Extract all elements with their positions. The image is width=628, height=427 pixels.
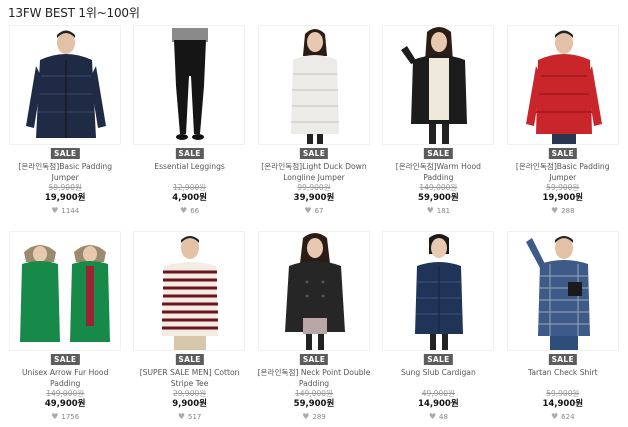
product-name-link[interactable]: [온라인독점]Basic Padding Jumper [7,161,123,183]
product-card[interactable]: SALE Unisex Arrow Fur Hood Padding 149,0… [3,231,127,427]
product-card[interactable]: SALE [온라인독점]Light Duck Down Longline Jum… [252,25,376,231]
product-card[interactable]: SALE [온라인독점]Basic Padding Jumper 59,900원… [501,25,625,231]
like-count: 1144 [61,207,80,215]
product-card[interactable]: SALE Essential Leggings 12,900원 4,900원 ♥… [127,25,251,231]
heart-icon[interactable]: ♥ [178,412,185,421]
product-name-link[interactable]: Sung Slub Cardigan [380,367,496,378]
sale-price: 14,900원 [418,399,459,409]
like-count: 1756 [61,413,80,421]
original-price: 99,900원 [297,183,331,192]
product-card[interactable]: SALE [온라인독점]Warm Hood Padding 149,000원 5… [376,25,500,231]
sale-badge: SALE [548,148,577,159]
heart-icon[interactable]: ♥ [51,412,58,421]
product-card[interactable]: SALE Tartan Check Shirt 59,900원 14,900원 … [501,231,625,427]
likes[interactable]: ♥ 181 [376,206,500,216]
likes[interactable]: ♥ 67 [252,206,376,216]
product-name-link[interactable]: [온라인독점] Neck Point Double Padding [256,367,372,389]
product-image[interactable] [257,231,370,351]
like-count: 48 [438,413,448,421]
heart-icon[interactable]: ♥ [551,206,558,215]
heart-icon[interactable]: ♥ [429,412,436,421]
original-price: 149,000원 [46,389,85,398]
sale-price: 14,900원 [542,399,584,409]
product-name-link[interactable]: Unisex Arrow Fur Hood Padding [7,367,123,389]
product-card[interactable]: SALE [SUPER SALE MEN] Cotton Stripe Tee … [127,231,251,427]
like-count: 289 [312,413,326,421]
product-image[interactable] [506,25,619,145]
sale-badge: SALE [299,148,329,159]
heart-icon[interactable]: ♥ [302,412,309,421]
like-count: 66 [190,207,200,215]
product-name-link[interactable]: Essential Leggings [131,161,247,172]
product-name-link[interactable]: [SUPER SALE MEN] Cotton Stripe Tee [131,367,247,389]
likes[interactable]: ♥ 48 [376,412,500,422]
sale-price: 19,900원 [542,193,584,203]
heart-icon[interactable]: ♥ [304,206,311,215]
like-count: 67 [314,207,324,215]
likes[interactable]: ♥ 288 [501,206,625,216]
product-image[interactable] [133,231,246,351]
original-price: 59,900원 [546,389,580,398]
product-grid: SALE [온라인독점]Basic Padding Jumper 59,900원… [3,25,625,427]
original-price: 29,900원 [173,389,207,398]
likes[interactable]: ♥ 1144 [3,206,127,216]
product-card[interactable]: SALE Sung Slub Cardigan 49,900원 14,900원 … [376,231,500,427]
original-price: 149,000원 [419,183,458,192]
original-price: 149,000원 [295,389,333,398]
sale-badge: SALE [175,354,204,365]
likes[interactable]: ♥ 66 [127,206,251,216]
heart-icon[interactable]: ♥ [551,412,558,421]
sale-badge: SALE [175,148,204,159]
original-price: 59,900원 [48,183,82,192]
product-name-link[interactable]: [온라인독점]Warm Hood Padding [380,161,496,183]
likes[interactable]: ♥ 289 [252,412,376,422]
sale-badge: SALE [51,148,80,159]
sale-price: 59,900원 [418,193,459,203]
like-count: 181 [436,207,451,215]
sale-badge: SALE [548,354,577,365]
heart-icon[interactable]: ♥ [427,206,434,215]
sale-badge: SALE [51,354,80,365]
original-price: 12,900원 [173,183,207,192]
page-title: 13FW BEST 1위~100위 [8,6,140,20]
sale-price: 9,900원 [172,399,207,409]
product-card[interactable]: SALE [온라인독점]Basic Padding Jumper 59,900원… [3,25,127,231]
sale-price: 49,900원 [44,399,86,409]
sale-badge: SALE [424,148,453,159]
heart-icon[interactable]: ♥ [180,206,187,215]
like-count: 624 [561,413,575,421]
product-image[interactable] [506,231,619,351]
product-name-link[interactable]: [온라인독점]Basic Padding Jumper [505,161,621,183]
original-price: 49,900원 [421,389,455,398]
sale-price: 4,900원 [172,193,207,203]
product-name-link[interactable]: [온라인독점]Light Duck Down Longline Jumper [256,161,372,183]
like-count: 288 [561,207,575,215]
sale-badge: SALE [299,354,329,365]
product-image[interactable] [257,25,370,145]
likes[interactable]: ♥ 1756 [3,412,127,422]
sale-price: 59,900원 [293,399,335,409]
product-image[interactable] [133,25,246,145]
sale-price: 19,900원 [44,193,86,203]
product-image[interactable] [9,25,121,145]
heart-icon[interactable]: ♥ [51,206,58,215]
product-image[interactable] [382,25,495,145]
like-count: 517 [187,413,202,421]
likes[interactable]: ♥ 517 [127,412,251,422]
sale-badge: SALE [424,354,453,365]
product-card[interactable]: SALE [온라인독점] Neck Point Double Padding 1… [252,231,376,427]
sale-price: 39,900원 [293,193,335,203]
product-image[interactable] [382,231,495,351]
product-name-link[interactable]: Tartan Check Shirt [505,367,621,378]
likes[interactable]: ♥ 624 [501,412,625,422]
product-image[interactable] [9,231,121,351]
original-price: 59,900원 [546,183,580,192]
